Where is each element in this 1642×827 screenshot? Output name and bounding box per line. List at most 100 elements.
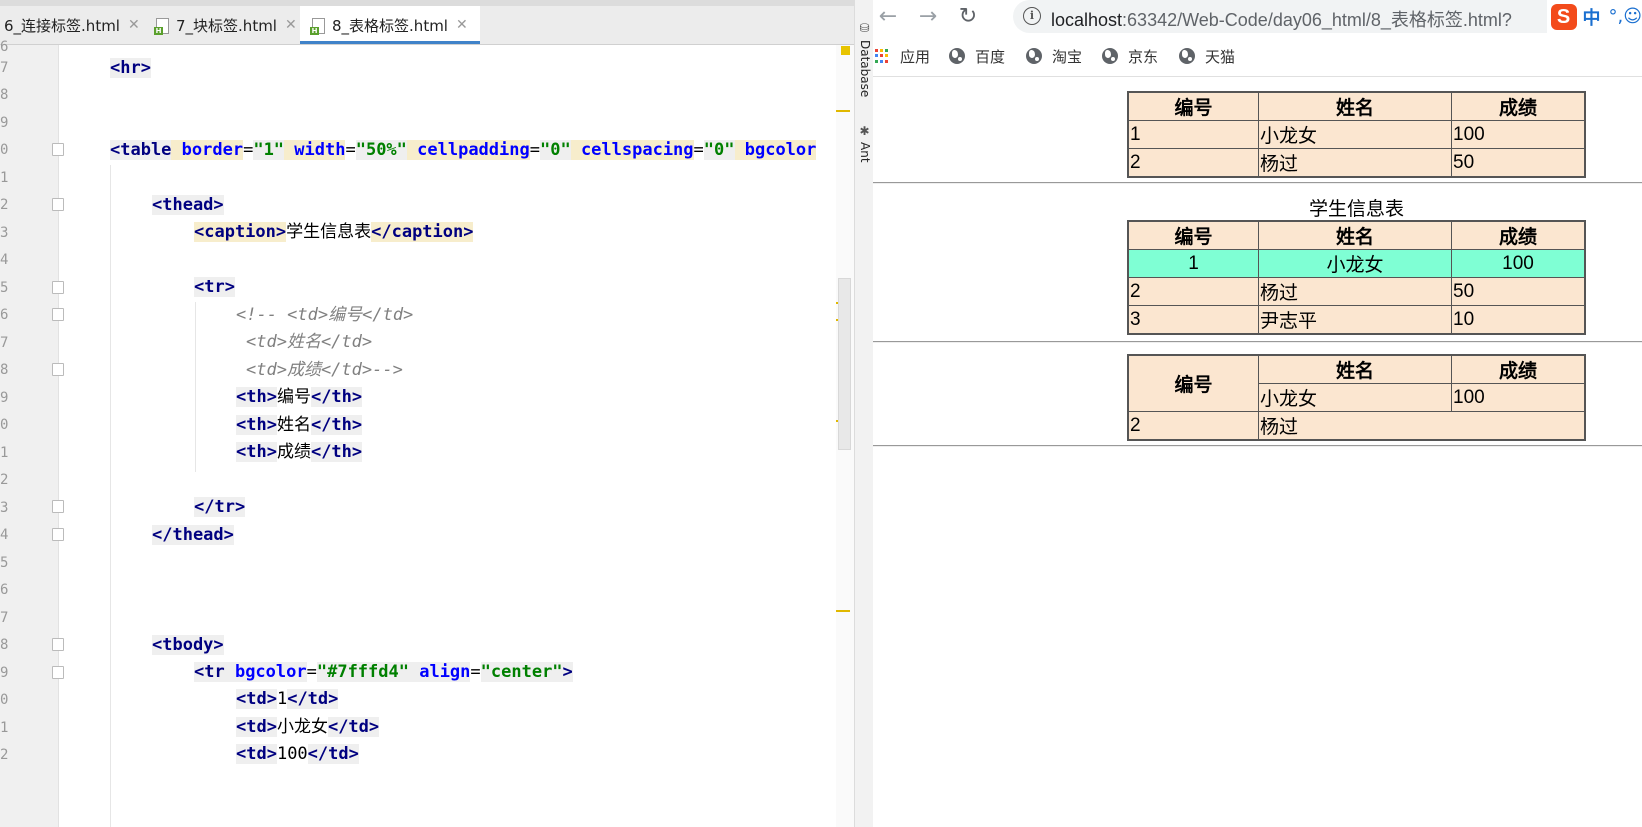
code-token: = (345, 140, 356, 160)
line-number: 5 (0, 555, 9, 571)
code-token: <th> (236, 387, 277, 407)
table-row: 1 小龙女 100 (1127, 120, 1586, 149)
code-line: <caption>学生信息表</caption> (194, 221, 474, 243)
table-cell: 2 (1127, 411, 1259, 441)
bookmark-apps[interactable]: 应用 (875, 40, 930, 72)
table-cell: 尹志平 (1258, 305, 1452, 335)
url-text[interactable]: localhost:63342/Web-Code/day06_html/8_表格… (1051, 6, 1512, 32)
ide-pane: 6_连接标签.html ✕ H 7_块标签.html ✕ H 8_表格标签.ht… (0, 0, 873, 827)
code-token: <td> (236, 744, 277, 764)
inspection-status-icon[interactable] (841, 46, 850, 55)
code-token: = (529, 140, 540, 160)
table-basic: 编号 姓名 成绩 1 小龙女 100 2 杨过 50 (1127, 91, 1586, 178)
reload-icon[interactable]: ↻ (955, 4, 981, 30)
line-number: 5 (0, 280, 9, 296)
code-line: <th>编号</th> (236, 386, 363, 408)
code-token: 学生信息表 (286, 222, 372, 242)
table-cell: 小龙女 (1258, 249, 1452, 278)
code-line: <tbody> (152, 634, 224, 656)
table-cell: 2 (1127, 148, 1259, 178)
close-icon[interactable]: ✕ (456, 17, 468, 33)
tab-8-table-tags[interactable]: H 8_表格标签.html ✕ (300, 6, 480, 44)
ime-mode-label[interactable]: 中 (1583, 4, 1601, 30)
highlighted-table-row: 1 小龙女 100 (1127, 249, 1586, 278)
line-number: 7 (0, 60, 9, 76)
forward-arrow-icon[interactable]: → (915, 4, 941, 30)
back-arrow-icon[interactable]: ← (875, 4, 901, 30)
bookmark-jd[interactable]: 京东 (1102, 40, 1158, 72)
address-bar[interactable]: i localhost:63342/Web-Code/day06_html/8_… (1013, 0, 1642, 33)
code-token: "0" (703, 140, 735, 160)
header-cell: 成绩 (1451, 354, 1586, 384)
bookmark-taobao[interactable]: 淘宝 (1026, 40, 1082, 72)
code-token: </thead> (152, 525, 234, 545)
table-row: 3 尹志平 10 (1127, 305, 1586, 335)
code-line: <td>小龙女</td> (236, 716, 380, 738)
horizontal-rule (873, 182, 1642, 184)
table-caption: 学生信息表 (1308, 199, 1404, 220)
line-number: 8 (0, 87, 9, 103)
close-icon[interactable]: ✕ (128, 17, 140, 33)
code-comment: <!-- <td>编号</td> (236, 305, 414, 325)
code-token: bgcolor (224, 662, 307, 682)
ant-panel-button[interactable]: Ant (858, 142, 872, 163)
close-icon[interactable]: ✕ (285, 17, 297, 33)
line-number: 9 (0, 665, 9, 681)
html-file-icon: H (310, 17, 326, 35)
editor-scrollbar-thumb[interactable] (838, 278, 851, 450)
sogou-logo-icon[interactable]: S (1550, 3, 1577, 30)
bookmark-label: 京东 (1128, 47, 1159, 66)
code-token: </td> (287, 689, 339, 709)
error-stripe-marker[interactable] (836, 610, 850, 612)
tab-7-block-tags[interactable]: H 7_块标签.html ✕ (150, 6, 301, 44)
editor-tab-bar: 6_连接标签.html ✕ H 7_块标签.html ✕ H 8_表格标签.ht… (0, 6, 873, 45)
bookmark-tmall[interactable]: 天猫 (1179, 40, 1235, 72)
line-number: 1 (0, 445, 9, 461)
bookmark-baidu[interactable]: 百度 (949, 40, 1005, 72)
code-token: </th> (310, 415, 363, 435)
info-icon[interactable]: i (1023, 7, 1041, 25)
ime-symbols[interactable]: °,☺ (1609, 6, 1642, 27)
line-number: 1 (0, 170, 9, 186)
code-token: bgcolor (734, 140, 817, 160)
line-number: 6 (0, 582, 9, 598)
code-token: 100 (276, 744, 308, 764)
header-cell: 编号 (1127, 220, 1259, 250)
code-token: <hr> (110, 58, 151, 78)
code-token: <tbody> (152, 635, 224, 655)
table-row: 2 杨过 50 (1127, 148, 1586, 178)
url-path: :63342/Web-Code/day06_html/8_表格标签.html? (1122, 10, 1512, 30)
database-panel-button[interactable]: Database (858, 40, 872, 97)
line-number: 3 (0, 500, 9, 516)
ime-toolbar[interactable]: S 中 °,☺ (1546, 0, 1642, 33)
code-token: = (693, 140, 704, 160)
bookmark-label: 百度 (975, 47, 1006, 66)
line-number: 1 (0, 720, 9, 736)
table-row: 2 杨过 50 (1127, 277, 1586, 306)
code-editor[interactable]: <hr> <table border="1" width="50%" cellp… (59, 45, 869, 827)
code-comment: <td>姓名</td> (246, 332, 373, 352)
code-token: = (470, 662, 481, 682)
error-stripe-marker[interactable] (836, 110, 850, 112)
line-number: 9 (0, 390, 9, 406)
tab-6-link-tags[interactable]: 6_连接标签.html ✕ (0, 6, 146, 44)
table-cell: 杨过 (1258, 411, 1586, 441)
code-token: </th> (310, 442, 363, 462)
code-line: <th>成绩</th> (236, 441, 363, 463)
code-line: <table border="1" width="50%" cellpaddin… (110, 139, 817, 161)
database-icon[interactable]: ⛁ (858, 22, 871, 35)
header-cell: 成绩 (1451, 91, 1586, 121)
code-line: <td>100</td> (236, 743, 359, 765)
line-number: 0 (0, 692, 9, 708)
table-cell: 100 (1451, 383, 1586, 412)
line-number: 3 (0, 225, 9, 241)
header-cell: 姓名 (1258, 220, 1452, 250)
code-token: <td> (236, 689, 277, 709)
globe-icon (1179, 48, 1195, 64)
ant-icon[interactable]: ✱ (858, 125, 871, 138)
code-token: <thead> (152, 195, 224, 215)
code-token: "50%" (355, 140, 407, 160)
url-host: localhost (1051, 10, 1123, 30)
line-number: 2 (0, 747, 9, 763)
code-token: 1 (276, 689, 288, 709)
